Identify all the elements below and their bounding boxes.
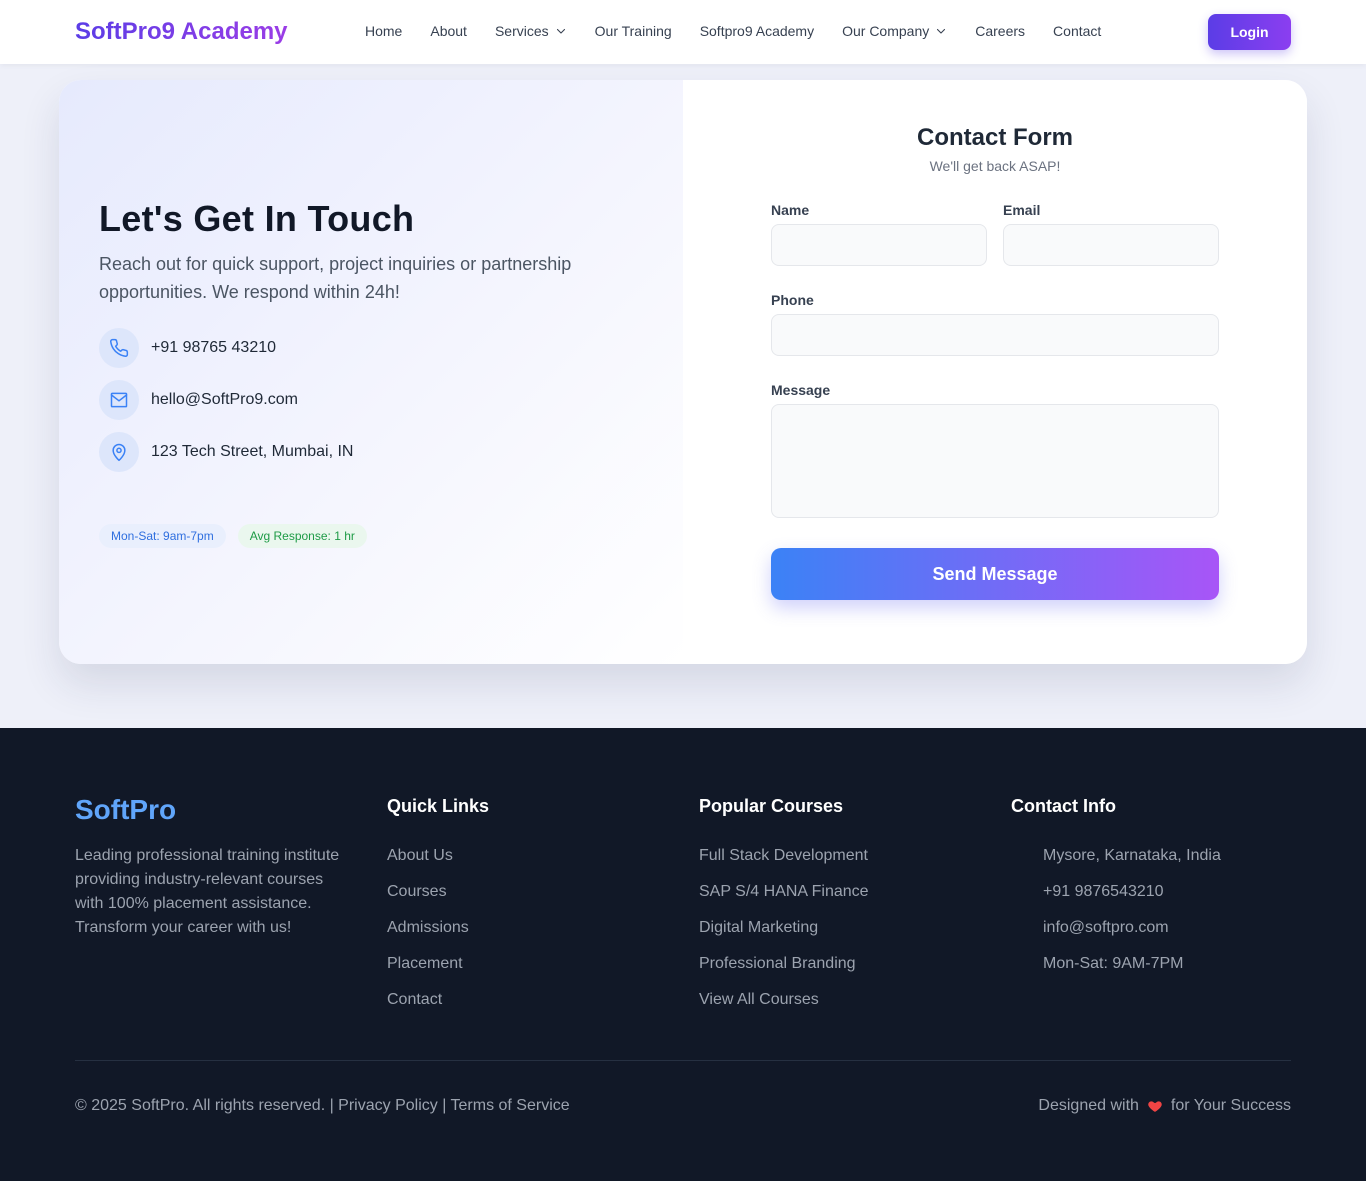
nav-item-our-training[interactable]: Our Training: [595, 23, 672, 39]
address-info: 123 Tech Street, Mumbai, IN: [99, 432, 353, 472]
contact-form-panel: Contact Form We'll get back ASAP! Name E…: [683, 80, 1307, 664]
top-navbar: SoftPro9 Academy Home About Services Our Tr…: [0, 0, 1366, 64]
form-title: Contact Form: [917, 124, 1073, 151]
phone-info: +91 98765 43210: [99, 328, 276, 368]
course-link-professional-branding[interactable]: Professional Branding: [699, 955, 869, 991]
nav-item-careers[interactable]: Careers: [975, 23, 1025, 39]
nav-item-contact[interactable]: Contact: [1053, 23, 1101, 39]
send-message-button[interactable]: Send Message: [771, 548, 1219, 600]
phone-icon: [99, 328, 139, 368]
nav-item-label: Contact: [1053, 23, 1102, 39]
designed-with-text: Designed with for Your Success: [1038, 1097, 1291, 1115]
nav-item-label: Our Training: [594, 23, 672, 39]
response-badge: Avg Response: 1 hr: [237, 524, 367, 548]
course-link-full-stack-development[interactable]: Full Stack Development: [699, 847, 869, 883]
contact-info-91-9876543210: +91 9876543210: [1043, 883, 1164, 900]
footer-description: Leading professional training institute …: [75, 847, 340, 936]
nav-item-about[interactable]: About: [430, 23, 467, 39]
course-link-view-all-courses[interactable]: View All Courses: [699, 991, 869, 1027]
phone-label: Phone: [771, 292, 814, 308]
designed-with-suffix: for Your Success: [1170, 1097, 1291, 1114]
email-label: Email: [1003, 202, 1041, 218]
name-label: Name: [771, 202, 810, 218]
badge-row: Mon-Sat: 9am-7pm Avg Response: 1 hr: [99, 524, 367, 548]
nav-item-label: Our Company: [842, 23, 930, 39]
course-link-sap-s-4-hana-finance[interactable]: SAP S/4 HANA Finance: [699, 883, 869, 919]
footer-link-admissions[interactable]: Admissions: [387, 919, 489, 955]
main-menu: Home About Services Our Training Softpro9 Ac…: [365, 23, 1101, 39]
nav-item-label: Softpro9 Academy: [699, 23, 815, 39]
footer-link-courses[interactable]: Courses: [387, 883, 489, 919]
quick-links-heading: Quick Links: [387, 796, 490, 816]
message-label: Message: [771, 382, 831, 398]
contact-info-column: Contact Info Mysore, Karnataka, India +91…: [1011, 796, 1221, 991]
email-input[interactable]: [1003, 224, 1219, 266]
page-title: Let's Get In Touch: [99, 198, 415, 239]
quick-links-column: Quick Links About Us Courses Admissions Pla…: [387, 796, 489, 1027]
nav-item-our-company[interactable]: Our Company: [842, 23, 947, 39]
address-text: 123 Tech Street, Mumbai, IN: [151, 443, 354, 460]
contact-info-info-softpro-com: info@softpro.com: [1043, 919, 1169, 936]
nav-item-label: About: [430, 23, 467, 39]
intro-text: Reach out for quick support, project inq…: [99, 254, 572, 302]
email-text: hello@SoftPro9.com: [151, 391, 298, 408]
hours-badge: Mon-Sat: 9am-7pm: [99, 524, 226, 548]
courses-list: Full Stack Development SAP S/4 HANA Finan…: [699, 847, 869, 1027]
copyright-text: © 2025 SoftPro. All rights reserved. | P…: [75, 1097, 570, 1114]
location-pin-icon: [99, 432, 139, 472]
chevron-down-icon: [556, 28, 565, 34]
nav-item-home[interactable]: Home: [365, 23, 402, 39]
message-textarea[interactable]: [771, 404, 1219, 518]
heart-icon: [1148, 1101, 1162, 1112]
designed-with-prefix: Designed with: [1038, 1097, 1139, 1114]
site-footer: SoftPro Leading professional training in…: [0, 728, 1366, 1181]
email-info: hello@SoftPro9.com: [99, 380, 298, 420]
phone-input[interactable]: [771, 314, 1219, 356]
phone-text: +91 98765 43210: [151, 339, 277, 356]
form-subtitle: We'll get back ASAP!: [929, 158, 1061, 174]
quick-links-list: About Us Courses Admissions Placement Contac…: [387, 847, 489, 1027]
footer-link-about-us[interactable]: About Us: [387, 847, 489, 883]
popular-courses-heading: Popular Courses: [699, 796, 844, 816]
contact-card: Let's Get In Touch Reach out for quick s…: [59, 80, 1307, 664]
footer-brand[interactable]: SoftPro: [75, 794, 176, 826]
contact-info-mysore-karnataka-india: Mysore, Karnataka, India: [1043, 847, 1221, 864]
name-input[interactable]: [771, 224, 987, 266]
contact-intro-panel: Let's Get In Touch Reach out for quick s…: [59, 80, 683, 664]
popular-courses-column: Popular Courses Full Stack Development SA…: [699, 796, 869, 1027]
chevron-down-icon: [937, 28, 946, 34]
contact-info-list: Mysore, Karnataka, India +91 9876543210 in…: [1011, 847, 1221, 991]
footer-divider: [75, 1060, 1291, 1061]
contact-info-mon-sat-9am-7pm: Mon-Sat: 9AM-7PM: [1043, 955, 1184, 972]
contact-info-heading: Contact Info: [1011, 796, 1116, 816]
nav-item-label: Home: [365, 23, 403, 39]
footer-link-contact[interactable]: Contact: [387, 991, 489, 1027]
mail-icon: [99, 380, 139, 420]
nav-item-softpro9-academy[interactable]: Softpro9 Academy: [700, 23, 814, 39]
nav-item-label: Careers: [975, 23, 1026, 39]
footer-link-placement[interactable]: Placement: [387, 955, 489, 991]
nav-item-label: Services: [494, 23, 549, 39]
login-button[interactable]: Login: [1208, 14, 1291, 50]
brand-logo[interactable]: SoftPro9 Academy: [75, 18, 288, 46]
nav-item-services[interactable]: Services: [495, 23, 567, 39]
course-link-digital-marketing[interactable]: Digital Marketing: [699, 919, 869, 955]
